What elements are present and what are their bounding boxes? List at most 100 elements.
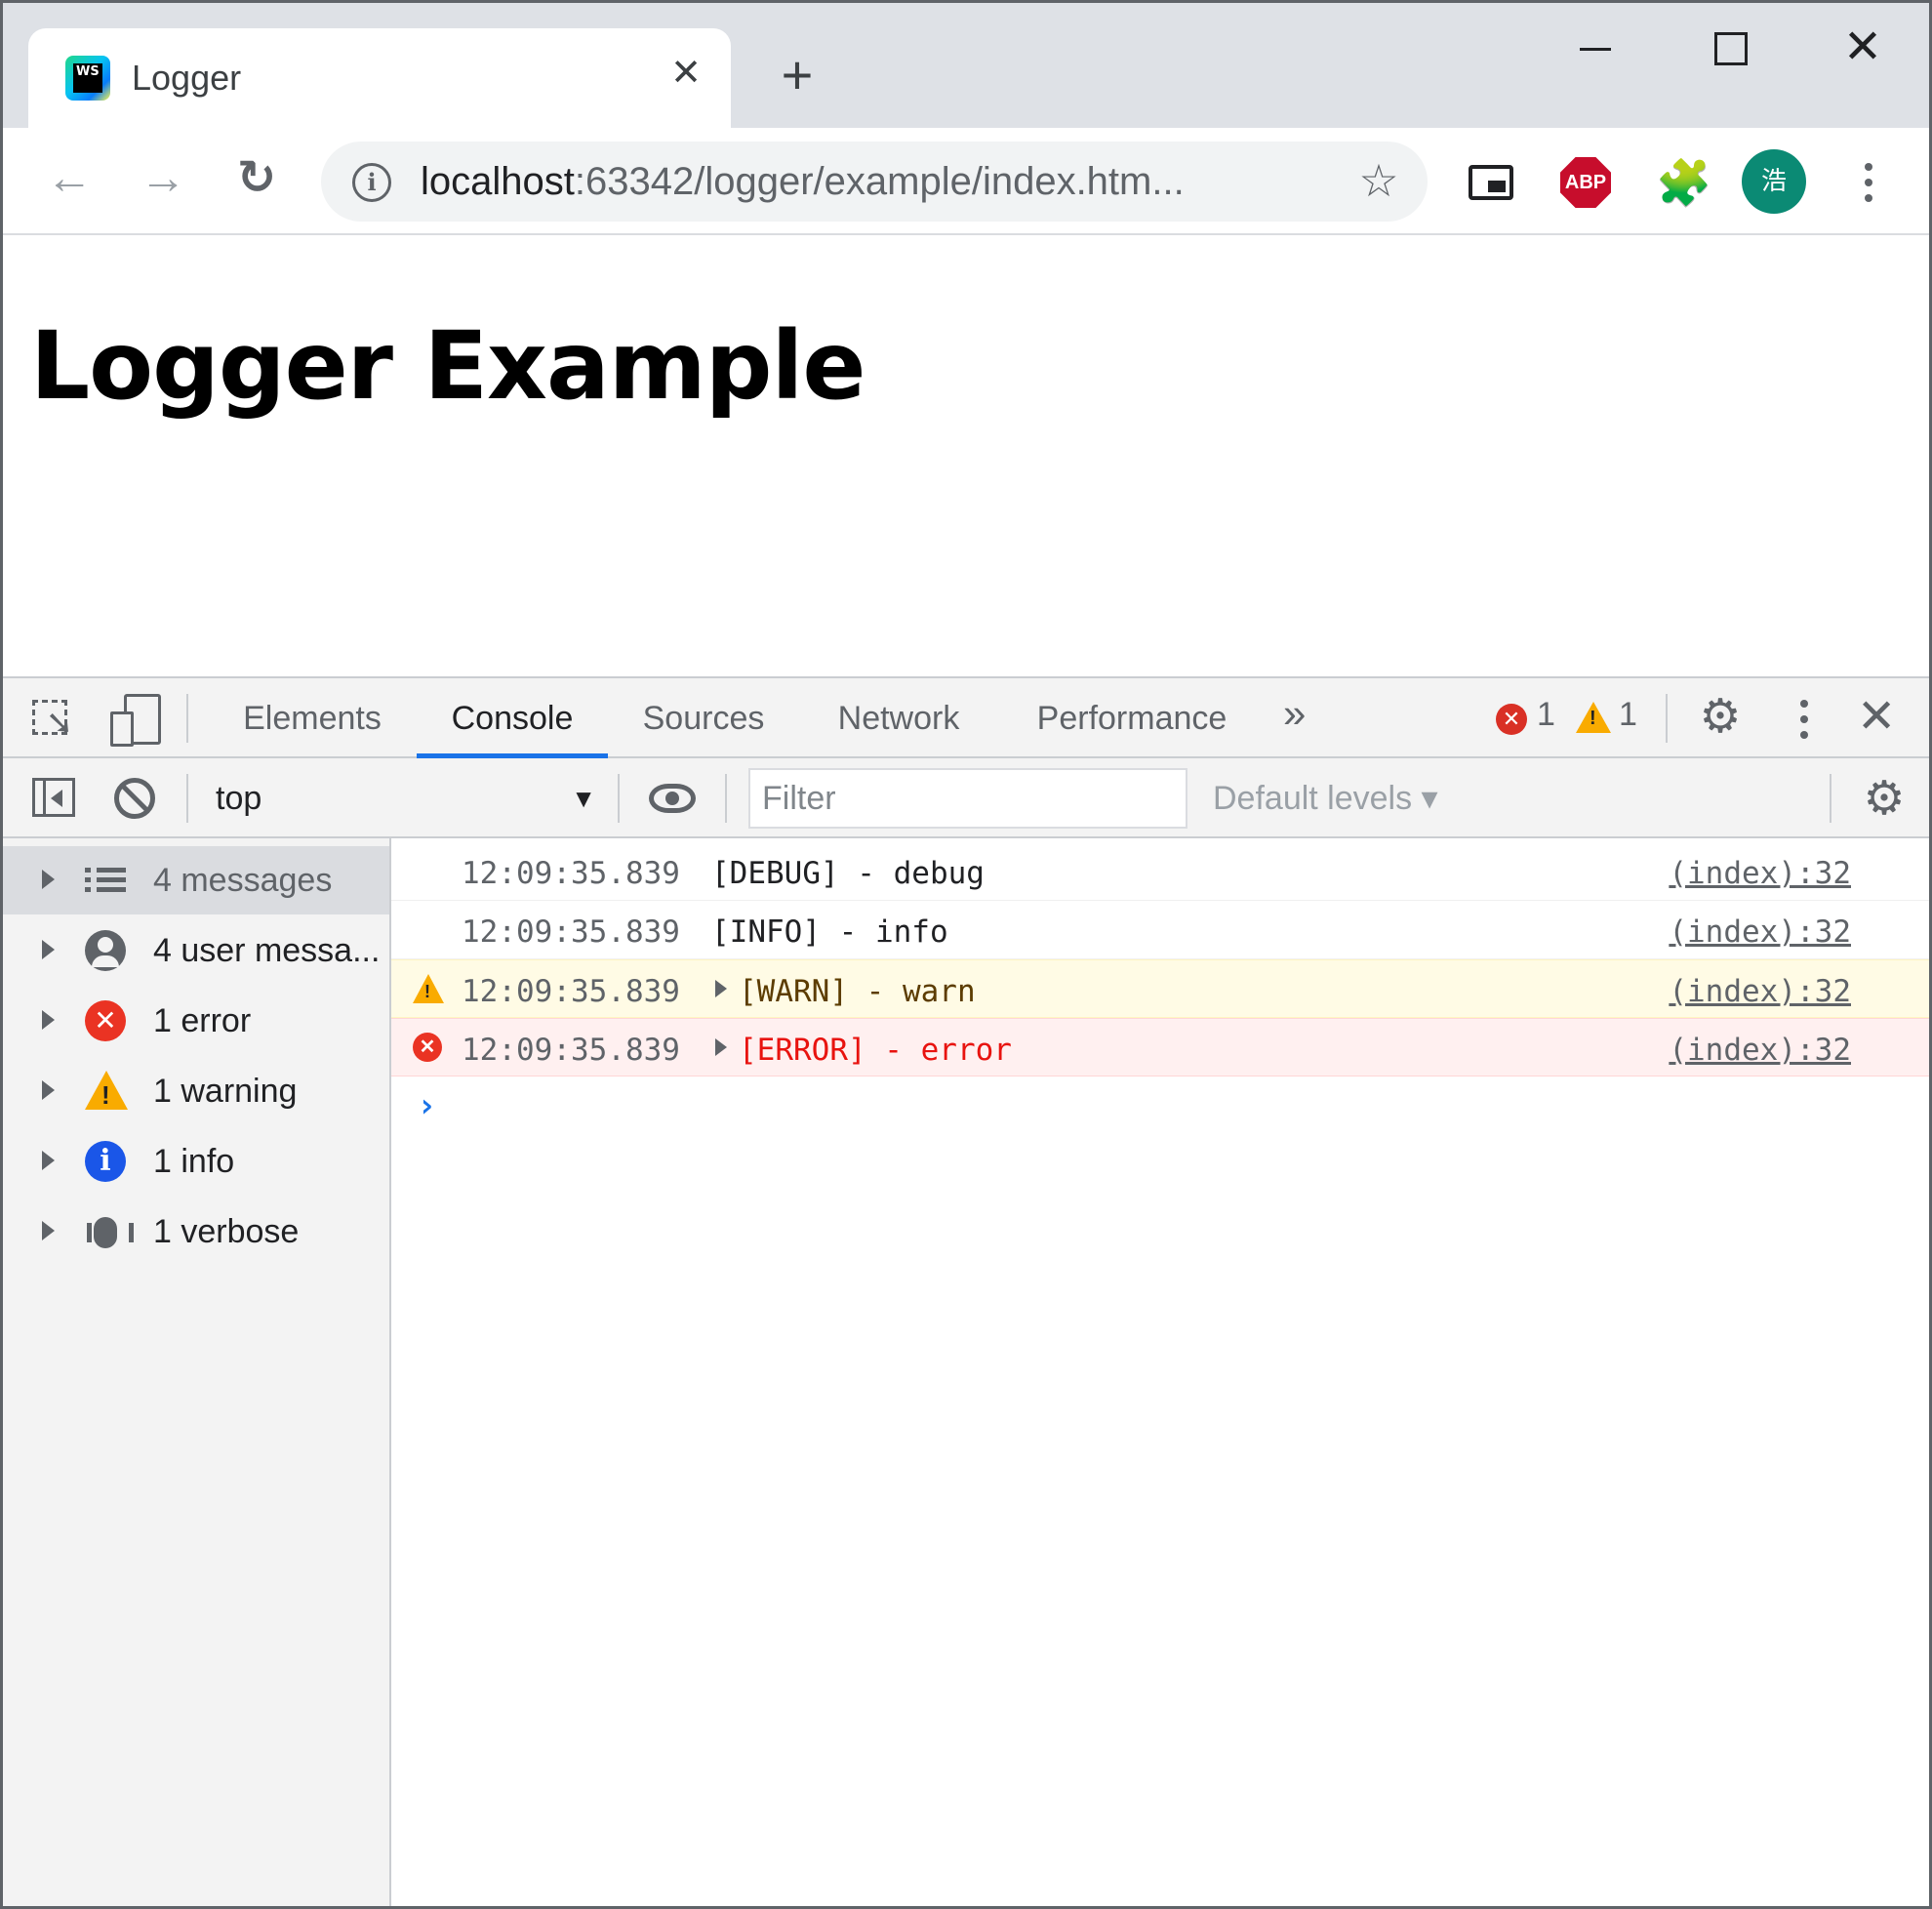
console-sidebar: 4 messages 4 user messa... ✕ 1 error 1 w…	[3, 838, 391, 1906]
expand-arrow-icon[interactable]	[42, 940, 55, 959]
picture-in-picture-icon[interactable]	[1469, 165, 1513, 200]
message-text: [DEBUG] - debug	[711, 856, 985, 891]
expand-arrow-icon[interactable]	[715, 980, 727, 997]
back-button[interactable]: ←	[40, 149, 99, 208]
show-sidebar-icon[interactable]	[32, 778, 75, 817]
message-timestamp: 12:09:35.839	[462, 974, 680, 1009]
chevron-down-icon: ▼	[571, 784, 596, 813]
message-source-link[interactable]: (index):32	[1669, 974, 1851, 1009]
warning-icon	[413, 974, 444, 1003]
sidebar-item-label: 1 error	[153, 1002, 252, 1039]
console-message-error[interactable]: ✕ 12:09:35.839 [ERROR] - error (index):3…	[391, 1018, 1929, 1076]
sidebar-item-label: 4 messages	[153, 862, 333, 899]
tab-elements[interactable]: Elements	[233, 678, 391, 758]
filter-input[interactable]	[748, 768, 1187, 829]
devtools-settings-gear-icon[interactable]: ⚙	[1693, 690, 1748, 745]
device-toolbar-icon[interactable]	[108, 692, 161, 747]
divider	[725, 774, 727, 823]
error-icon: ✕	[85, 1000, 126, 1041]
message-timestamp: 12:09:35.839	[462, 1033, 680, 1068]
context-selector[interactable]: top ▼	[216, 772, 596, 825]
page-content: Logger Example	[3, 235, 1929, 676]
sidebar-item-label: 1 verbose	[153, 1213, 300, 1250]
window-maximize-button[interactable]	[1689, 17, 1767, 79]
message-timestamp: 12:09:35.839	[462, 914, 680, 950]
window-minimize-button[interactable]	[1556, 17, 1634, 79]
message-text: [INFO] - info	[711, 914, 948, 950]
console-message-warn[interactable]: 12:09:35.839 [WARN] - warn (index):32	[391, 959, 1929, 1018]
message-timestamp: 12:09:35.839	[462, 856, 680, 891]
divider	[618, 774, 620, 823]
reload-button[interactable]: ↻	[227, 149, 286, 208]
bookmark-star-icon[interactable]: ☆	[1351, 153, 1406, 208]
divider	[1830, 774, 1831, 823]
sidebar-item-messages[interactable]: 4 messages	[3, 846, 389, 914]
error-count-icon[interactable]: ✕	[1496, 704, 1527, 735]
tab-close-icon[interactable]: ✕	[663, 50, 709, 97]
list-icon	[85, 860, 126, 901]
divider	[186, 694, 188, 743]
console-toolbar: top ▼ Default levels ▾ ⚙	[3, 758, 1929, 838]
devtools-menu-icon[interactable]	[1794, 692, 1814, 747]
sidebar-item-warnings[interactable]: 1 warning	[3, 1057, 389, 1125]
tab-console[interactable]: Console	[417, 678, 608, 758]
warning-count-icon[interactable]	[1576, 702, 1611, 733]
warning-icon	[85, 1071, 128, 1111]
sidebar-item-verbose[interactable]: 1 verbose	[3, 1198, 389, 1266]
tab-network[interactable]: Network	[828, 678, 969, 758]
sidebar-item-label: 4 user messa...	[153, 932, 381, 969]
address-bar[interactable]: i localhost:63342/logger/example/index.h…	[321, 142, 1428, 222]
devtools-tab-bar: Elements Console Sources Network Perform…	[3, 678, 1929, 758]
window-close-button[interactable]: ✕	[1824, 17, 1902, 79]
message-source-link[interactable]: (index):32	[1669, 1033, 1851, 1068]
console-settings-gear-icon[interactable]: ⚙	[1857, 772, 1912, 827]
extensions-puzzle-icon[interactable]: 🧩	[1656, 155, 1711, 210]
profile-avatar[interactable]: 浩	[1742, 149, 1806, 214]
browser-tab[interactable]: WS Logger ✕	[28, 28, 731, 128]
console-prompt-icon[interactable]: ›	[417, 1086, 436, 1125]
url-path: :63342/logger/example/index.htm...	[574, 160, 1185, 203]
forward-button[interactable]: →	[134, 149, 192, 208]
live-expression-eye-icon[interactable]	[649, 784, 696, 813]
page-heading: Logger Example	[30, 311, 865, 421]
divider	[186, 774, 188, 823]
sidebar-item-info[interactable]: i 1 info	[3, 1127, 389, 1196]
new-tab-button[interactable]: +	[770, 48, 825, 104]
error-count[interactable]: 1	[1537, 696, 1555, 734]
expand-arrow-icon[interactable]	[42, 1080, 55, 1100]
inspect-element-icon[interactable]	[30, 698, 75, 743]
default-levels-dropdown[interactable]: Default levels ▾	[1213, 772, 1438, 825]
bug-icon	[85, 1211, 134, 1252]
info-icon: i	[85, 1141, 126, 1182]
message-source-link[interactable]: (index):32	[1669, 914, 1851, 950]
clear-console-icon[interactable]	[114, 778, 155, 819]
sidebar-item-errors[interactable]: ✕ 1 error	[3, 987, 389, 1055]
webstorm-favicon-icon: WS	[65, 56, 110, 101]
expand-arrow-icon[interactable]	[42, 1221, 55, 1240]
browser-window: WS Logger ✕ + ✕ ← → ↻ i localhost:63342/…	[0, 0, 1932, 1909]
url-host: localhost	[421, 160, 575, 203]
tab-performance[interactable]: Performance	[1029, 678, 1234, 758]
expand-arrow-icon[interactable]	[42, 870, 55, 889]
sidebar-item-label: 1 info	[153, 1143, 235, 1180]
expand-arrow-icon[interactable]	[715, 1038, 727, 1056]
warning-count[interactable]: 1	[1619, 696, 1637, 734]
sidebar-item-label: 1 warning	[153, 1073, 298, 1110]
expand-arrow-icon[interactable]	[42, 1010, 55, 1030]
adblock-plus-icon[interactable]: ABP	[1560, 157, 1611, 208]
devtools-panel: Elements Console Sources Network Perform…	[3, 676, 1929, 1906]
browser-menu-icon[interactable]	[1849, 155, 1888, 210]
divider	[1666, 694, 1668, 743]
site-info-icon[interactable]: i	[352, 163, 391, 202]
console-messages: 12:09:35.839 [DEBUG] - debug (index):32 …	[391, 838, 1929, 1906]
more-tabs-icon[interactable]: »	[1283, 690, 1306, 737]
tab-sources[interactable]: Sources	[637, 678, 770, 758]
message-source-link[interactable]: (index):32	[1669, 856, 1851, 891]
console-message-info[interactable]: 12:09:35.839 [INFO] - info (index):32	[391, 901, 1929, 959]
console-message-debug[interactable]: 12:09:35.839 [DEBUG] - debug (index):32	[391, 842, 1929, 901]
url-text[interactable]: localhost:63342/logger/example/index.htm…	[421, 157, 1185, 206]
expand-arrow-icon[interactable]	[42, 1151, 55, 1170]
browser-toolbar: ← → ↻ i localhost:63342/logger/example/i…	[3, 128, 1929, 235]
devtools-close-icon[interactable]: ✕	[1857, 688, 1896, 747]
sidebar-item-user-messages[interactable]: 4 user messa...	[3, 916, 389, 985]
